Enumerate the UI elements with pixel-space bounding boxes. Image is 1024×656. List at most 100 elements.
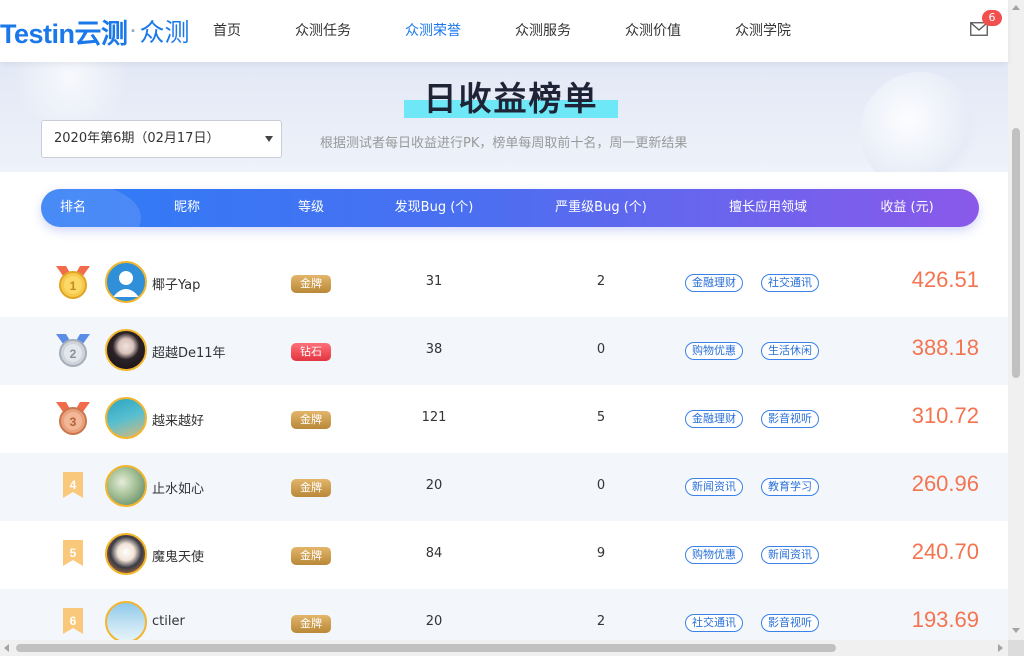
testin-logo[interactable]: Testin云测 · 众测 bbox=[0, 14, 190, 49]
bronze-medal-icon: 3 bbox=[54, 400, 92, 436]
col-domains: 擅长应用领域 bbox=[728, 200, 808, 215]
income-value: 240.70 bbox=[911, 539, 979, 564]
avatar[interactable] bbox=[105, 465, 147, 507]
nav-services[interactable]: 众测服务 bbox=[515, 0, 571, 62]
bugs-count: 20 bbox=[425, 478, 443, 493]
top-header: Testin云测 · 众测 首页 众测任务 众测荣誉 众测服务 众测价值 众测学… bbox=[0, 0, 1008, 62]
scrollbar-corner bbox=[1008, 640, 1024, 656]
bugs-count: 31 bbox=[425, 274, 443, 289]
silver-medal-icon: 2 bbox=[54, 332, 92, 368]
rank-number: 4 bbox=[70, 478, 77, 492]
domain-tag: 生活休闲 bbox=[761, 342, 819, 360]
rank-number: 1 bbox=[70, 279, 77, 293]
page-title: 日收益榜单 bbox=[423, 79, 599, 118]
nickname[interactable]: 椰子Yap bbox=[152, 274, 200, 293]
col-severe-bugs: 严重级Bug (个) bbox=[555, 200, 647, 215]
domain-tag: 金融理财 bbox=[685, 410, 743, 428]
horizontal-scroll-thumb[interactable] bbox=[16, 644, 836, 652]
scroll-right-icon[interactable] bbox=[998, 644, 1003, 652]
nickname[interactable]: 越来越好 bbox=[152, 410, 204, 429]
page-title-wrap: 日收益榜单 bbox=[404, 68, 618, 124]
severe-bugs-count: 2 bbox=[596, 274, 606, 289]
rank-number: 5 bbox=[70, 546, 77, 560]
scroll-down-icon[interactable] bbox=[1012, 628, 1020, 633]
table-row[interactable]: 6 ctiler 金牌 20 2 社交通讯 影音视听 193.69 bbox=[0, 589, 1008, 640]
logo-crowd: 众测 bbox=[139, 19, 190, 47]
col-level: 等级 bbox=[297, 200, 325, 215]
nickname[interactable]: 止水如心 bbox=[152, 478, 204, 497]
header-decoration bbox=[41, 189, 141, 227]
gold-medal-icon: 1 bbox=[54, 264, 92, 300]
domain-tag: 社交通讯 bbox=[685, 614, 743, 632]
nickname[interactable]: 超越De11年 bbox=[152, 342, 226, 361]
bugs-count: 38 bbox=[425, 342, 443, 357]
domain-tag: 教育学习 bbox=[761, 478, 819, 496]
level-badge: 钻石 bbox=[291, 343, 331, 361]
logo-separator: · bbox=[130, 20, 137, 41]
rank-number: 3 bbox=[70, 415, 77, 429]
bugs-count: 84 bbox=[425, 546, 443, 561]
nav-honors[interactable]: 众测荣誉 bbox=[405, 0, 461, 62]
horizontal-scrollbar[interactable] bbox=[0, 640, 1008, 656]
domain-tag: 新闻资讯 bbox=[685, 478, 743, 496]
col-rank: 排名 bbox=[59, 200, 87, 215]
ranking-rule-hint: 根据测试者每日收益进行PK，榜单每周取前十名，周一更新结果 bbox=[320, 136, 688, 151]
period-select-value: 2020年第6期（02月17日） bbox=[54, 131, 220, 146]
level-badge: 金牌 bbox=[291, 411, 331, 429]
level-badge: 金牌 bbox=[291, 275, 331, 293]
table-row[interactable]: 1 椰子Yap 金牌 31 2 金融理财 社交通讯 426.51 bbox=[0, 249, 1008, 317]
level-badge: 金牌 bbox=[291, 615, 331, 633]
banner-orb bbox=[860, 72, 980, 172]
domain-tag: 影音视听 bbox=[761, 614, 819, 632]
level-badge: 金牌 bbox=[291, 479, 331, 497]
scroll-up-icon[interactable] bbox=[1012, 5, 1020, 10]
period-select[interactable]: 2020年第6期（02月17日） bbox=[41, 120, 282, 158]
col-bugs: 发现Bug (个) bbox=[394, 200, 474, 215]
domain-tag: 购物优惠 bbox=[685, 342, 743, 360]
nav-tasks[interactable]: 众测任务 bbox=[295, 0, 351, 62]
table-row[interactable]: 4 止水如心 金牌 20 0 新闻资讯 教育学习 260.96 bbox=[0, 453, 1008, 521]
rank-ribbon-icon: 5 bbox=[54, 536, 92, 572]
ranking-banner: 日收益榜单 2020年第6期（02月17日） 根据测试者每日收益进行PK，榜单每… bbox=[0, 62, 1008, 172]
rank-number: 2 bbox=[70, 347, 77, 361]
nav-value[interactable]: 众测价值 bbox=[625, 0, 681, 62]
domain-tag: 社交通讯 bbox=[761, 274, 819, 292]
mail-count-badge: 6 bbox=[982, 10, 1002, 26]
default-user-icon bbox=[113, 271, 139, 297]
nav-academy[interactable]: 众测学院 bbox=[735, 0, 791, 62]
caret-down-icon bbox=[265, 136, 273, 142]
col-nickname: 昵称 bbox=[173, 200, 201, 215]
rank-ribbon-icon: 6 bbox=[54, 604, 92, 640]
avatar[interactable] bbox=[105, 329, 147, 371]
table-header: 排名 昵称 等级 发现Bug (个) 严重级Bug (个) 擅长应用领域 收益 … bbox=[41, 189, 979, 227]
domain-tag: 金融理财 bbox=[685, 274, 743, 292]
vertical-scroll-thumb[interactable] bbox=[1012, 128, 1020, 378]
income-value: 193.69 bbox=[911, 607, 979, 632]
income-value: 310.72 bbox=[911, 403, 979, 428]
avatar[interactable] bbox=[105, 397, 147, 439]
level-badge: 金牌 bbox=[291, 547, 331, 565]
logo-brand: Testin云测 bbox=[0, 18, 128, 49]
severe-bugs-count: 0 bbox=[596, 478, 606, 493]
rank-number: 6 bbox=[70, 614, 77, 628]
scroll-left-icon[interactable] bbox=[4, 644, 9, 652]
avatar[interactable] bbox=[105, 533, 147, 575]
rank-ribbon-icon: 4 bbox=[54, 468, 92, 504]
main-nav: 首页 众测任务 众测荣誉 众测服务 众测价值 众测学院 bbox=[213, 0, 845, 62]
nickname[interactable]: ctiler bbox=[152, 614, 185, 629]
severe-bugs-count: 2 bbox=[596, 614, 606, 629]
avatar[interactable] bbox=[105, 261, 147, 303]
domain-tag: 新闻资讯 bbox=[761, 546, 819, 564]
severe-bugs-count: 0 bbox=[596, 342, 606, 357]
avatar[interactable] bbox=[105, 601, 147, 640]
vertical-scrollbar[interactable] bbox=[1008, 0, 1024, 640]
table-row[interactable]: 5 魔鬼天使 金牌 84 9 购物优惠 新闻资讯 240.70 bbox=[0, 521, 1008, 589]
bugs-count: 20 bbox=[425, 614, 443, 629]
nav-home[interactable]: 首页 bbox=[213, 0, 241, 62]
nickname[interactable]: 魔鬼天使 bbox=[152, 546, 204, 565]
severe-bugs-count: 5 bbox=[596, 410, 606, 425]
table-row[interactable]: 3 越来越好 金牌 121 5 金融理财 影音视听 310.72 bbox=[0, 385, 1008, 453]
banner-glow bbox=[0, 62, 140, 122]
table-row[interactable]: 2 超越De11年 钻石 38 0 购物优惠 生活休闲 388.18 bbox=[0, 317, 1008, 385]
bugs-count: 121 bbox=[421, 410, 447, 425]
